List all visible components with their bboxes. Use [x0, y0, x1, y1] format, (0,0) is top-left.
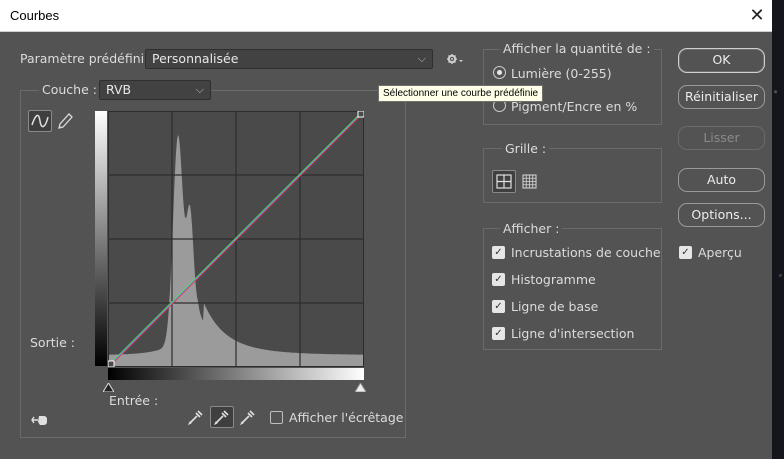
smooth-button[interactable]: Lisser [678, 126, 765, 150]
title-bar[interactable] [0, 0, 772, 32]
clipping-label: Afficher l'écrêtage [289, 410, 404, 425]
input-label: Entrée : [109, 393, 159, 408]
radio-light-label: Lumière (0-255) [511, 66, 612, 81]
preset-tooltip: Sélectionner une courbe prédéfinie [378, 85, 544, 102]
radio-light[interactable] [493, 66, 506, 79]
reset-button[interactable]: Réinitialiser [678, 85, 765, 109]
pencil-icon[interactable] [56, 111, 74, 131]
desktop-background [772, 0, 784, 459]
curve-tool-button[interactable] [28, 110, 52, 132]
display-title: Afficher : [500, 221, 563, 236]
show-amount-title: Afficher la quantité de : [500, 41, 654, 56]
hand-adjust-icon[interactable] [29, 410, 51, 430]
preview-checkbox[interactable]: ✓ [679, 246, 692, 259]
histogram-label: Histogramme [511, 272, 596, 287]
grid-10-icon[interactable] [520, 171, 540, 192]
eyedropper-gray-icon[interactable] [210, 406, 234, 428]
white-point-slider[interactable] [354, 381, 367, 395]
checkbox-baseline[interactable]: ✓ [492, 300, 505, 313]
options-button[interactable]: Options... [678, 203, 765, 227]
preset-dropdown[interactable]: Personnalisée ⌵ [145, 49, 433, 69]
eyedropper-white-icon[interactable] [238, 407, 258, 427]
output-label: Sortie : [30, 335, 75, 350]
chevron-down-icon: ⌵ [195, 83, 204, 96]
channel-value: RVB [106, 82, 132, 97]
intersection-label: Ligne d'intersection [511, 326, 635, 341]
close-icon[interactable]: ✕ [744, 3, 770, 29]
channel-overlays-label: Incrustations de couche [511, 245, 661, 260]
channel-label: Couche : [39, 82, 100, 97]
checkbox-histogram[interactable]: ✓ [492, 273, 505, 286]
curves-dialog: Courbes ✕ Paramètre prédéfini : Personna… [0, 0, 772, 459]
output-gradient [95, 111, 107, 366]
curve-control-point [357, 111, 364, 118]
baseline-label: Ligne de base [511, 299, 599, 314]
checkbox-channel-overlays[interactable]: ✓ [492, 246, 505, 259]
curve-icon [31, 114, 49, 128]
curve-control-point [108, 360, 115, 367]
ok-button[interactable]: OK [678, 48, 765, 73]
channel-dropdown[interactable]: RVB ⌵ [99, 80, 211, 100]
gear-icon[interactable] [446, 52, 464, 66]
curve-graph[interactable] [108, 111, 364, 367]
input-gradient [108, 368, 364, 380]
auto-button[interactable]: Auto [678, 168, 765, 192]
grid-title: Grille : [502, 141, 550, 156]
eyedropper-black-icon[interactable] [186, 407, 206, 427]
preset-label: Paramètre prédéfini : [20, 51, 153, 66]
window-title: Courbes [10, 8, 60, 23]
preview-label: Aperçu [698, 245, 742, 260]
chevron-down-icon: ⌵ [417, 52, 426, 65]
preset-value: Personnalisée [152, 51, 239, 66]
grid-4-icon[interactable] [492, 170, 516, 193]
checkbox-intersection[interactable]: ✓ [492, 327, 505, 340]
clipping-checkbox[interactable] [270, 411, 283, 424]
